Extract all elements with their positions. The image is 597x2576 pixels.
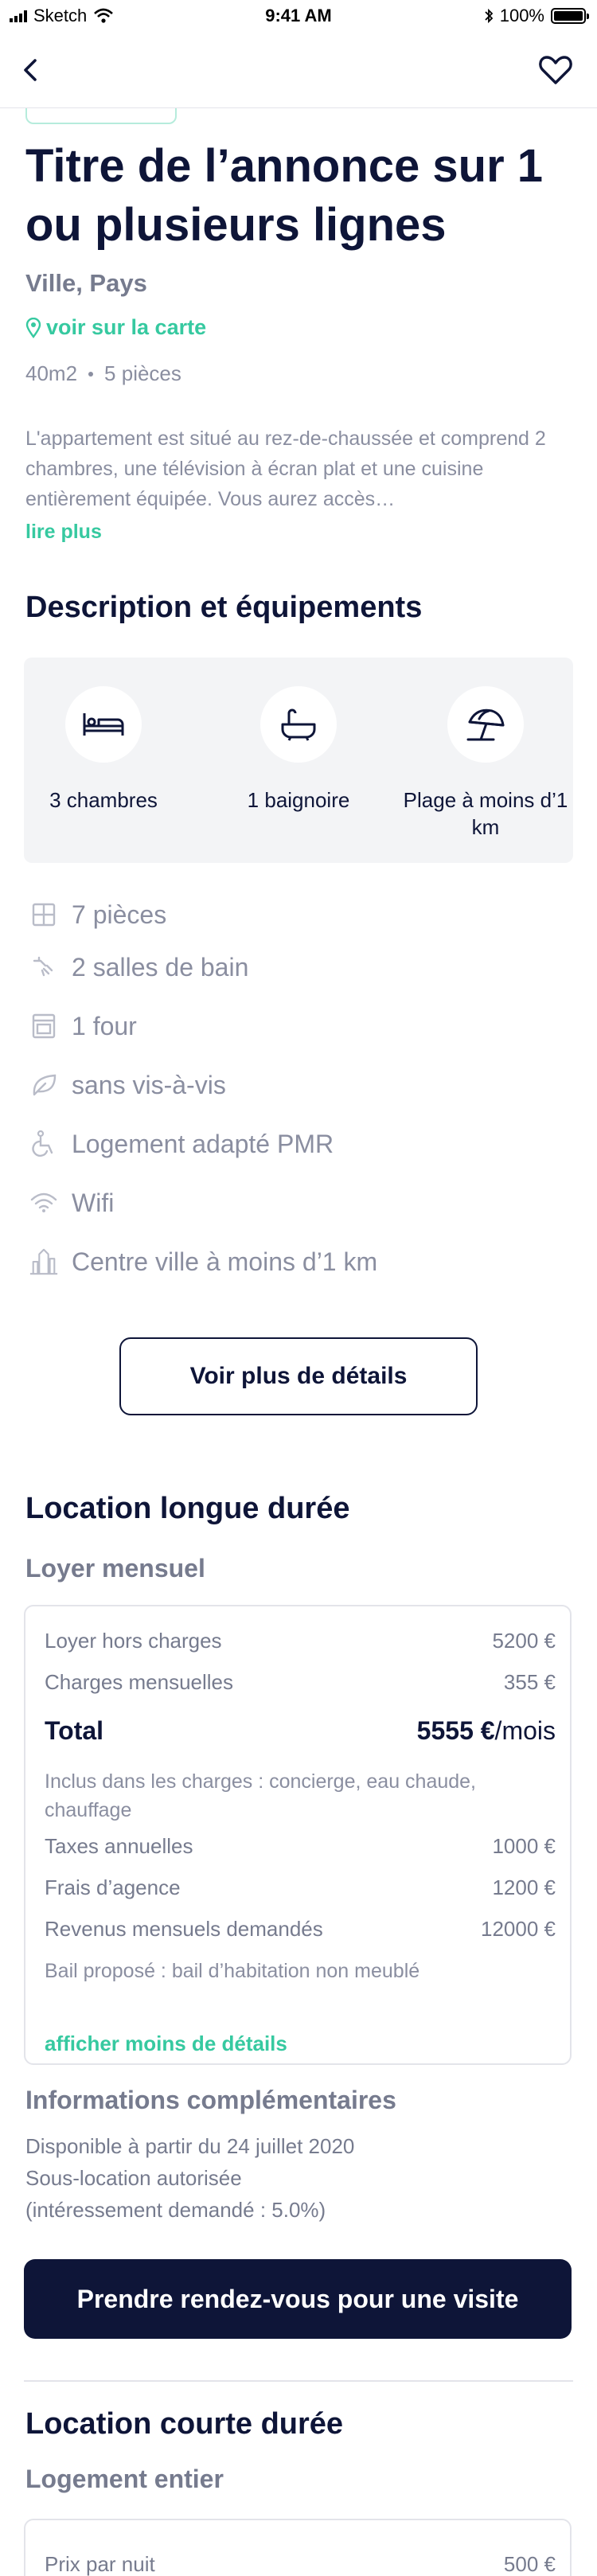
amenity-label: Wifi <box>72 1188 115 1217</box>
shower-icon <box>33 956 53 977</box>
location-pin-icon <box>25 317 41 338</box>
row-label: Frais d’agence <box>45 1875 181 1899</box>
total-row: Total 5555 €/mois <box>45 1716 556 1746</box>
row-value: 5200 € <box>492 1629 556 1653</box>
separator-dot <box>88 371 94 377</box>
info-line: Sous-location autorisée <box>25 2166 242 2190</box>
beach-umbrella-icon <box>466 708 505 741</box>
highlight-label: Plage à moins d’1 km <box>403 788 568 839</box>
battery-icon <box>551 8 589 24</box>
taxes-row: Taxes annuelles 1000 € <box>45 1834 556 1859</box>
row-value: 12000 € <box>481 1917 556 1941</box>
amenity-label: Logement adapté PMR <box>72 1129 334 1158</box>
row-value: 355 € <box>503 1670 556 1694</box>
book-visit-button[interactable]: Prendre rendez-vous pour une visite <box>24 2259 572 2339</box>
charges-row: Charges mensuelles 355 € <box>45 1670 556 1695</box>
listing-title: Titre de l’annonce sur 1 ou plusieurs li… <box>25 140 544 251</box>
battery-percent: 100% <box>499 6 544 25</box>
total-value: 5555 € <box>416 1716 495 1745</box>
listing-meta: 40m2 5 pièces <box>25 361 181 386</box>
income-row: Revenus mensuels demandés 12000 € <box>45 1917 556 1942</box>
agency-fees-row: Frais d’agence 1200 € <box>45 1875 556 1900</box>
bathtub-icon <box>281 708 316 741</box>
amenity-item: 2 salles de bain <box>29 952 248 982</box>
equipment-heading: Description et équipements <box>25 591 423 624</box>
wheelchair-icon <box>32 1130 53 1157</box>
oven-icon <box>32 1013 56 1039</box>
short-term-heading: Location courte durée <box>25 2407 344 2441</box>
lease-note: Bail proposé : bail d’habitation non meu… <box>45 1960 420 1982</box>
short-term-price-card: Prix par nuit 500 € <box>24 2519 572 2576</box>
amenity-label: 7 pièces <box>72 900 167 929</box>
leaf-icon <box>33 1074 57 1096</box>
amenity-item: Logement adapté PMR <box>29 1129 334 1159</box>
highlight-bedrooms: 3 chambres <box>24 686 183 814</box>
amenity-item: Centre ville à moins d’1 km <box>29 1247 377 1277</box>
rooms-icon <box>32 903 56 927</box>
additional-info: Disponible à partir du 24 juillet 2020 S… <box>25 2130 354 2226</box>
wifi-icon <box>30 1192 57 1212</box>
listing-city: Ville, Pays <box>25 269 147 297</box>
entire-home-heading: Logement entier <box>25 2465 224 2493</box>
amenity-item: 7 pièces <box>29 900 166 930</box>
included-note: Inclus dans les charges : concierge, eau… <box>45 1770 477 1821</box>
highlights-card: 3 chambres 1 baignoire Plage à moins d’1… <box>24 658 573 863</box>
surface-value: 40m2 <box>25 361 78 385</box>
highlight-bathtub: 1 baignoire <box>219 686 378 814</box>
row-label: Taxes annuelles <box>45 1834 193 1858</box>
amenity-item: 1 four <box>29 1011 137 1041</box>
rent-row: Loyer hors charges 5200 € <box>45 1629 556 1653</box>
amenity-item: Wifi <box>29 1188 114 1218</box>
bed-icon <box>83 713 124 736</box>
read-more-link[interactable]: lire plus <box>25 521 102 544</box>
total-label: Total <box>45 1716 104 1745</box>
row-value: 500 € <box>503 2552 556 2576</box>
highlight-label: 1 baignoire <box>247 788 350 812</box>
highlight-label: 3 chambres <box>49 788 158 812</box>
row-label: Prix par nuit <box>45 2552 155 2576</box>
amenity-item: sans vis-à-vis <box>29 1070 226 1100</box>
info-line: (intéressement demandé : 5.0%) <box>25 2198 326 2222</box>
map-link-label: voir sur la carte <box>46 315 207 339</box>
row-label: Revenus mensuels demandés <box>45 1917 323 1941</box>
row-value: 1200 € <box>492 1875 556 1899</box>
monthly-rent-heading: Loyer mensuel <box>25 1554 205 1583</box>
listing-description: L'appartement est situé au rez-de-chauss… <box>25 427 546 510</box>
more-details-button[interactable]: Voir plus de détails <box>119 1337 478 1415</box>
additional-info-heading: Informations complémentaires <box>25 2086 396 2114</box>
amenity-label: Centre ville à moins d’1 km <box>72 1247 378 1276</box>
row-label: Charges mensuelles <box>45 1670 234 1694</box>
amenity-label: 1 four <box>72 1011 137 1040</box>
highlight-beach: Plage à moins d’1 km <box>398 686 573 841</box>
map-link[interactable]: voir sur la carte <box>25 315 206 340</box>
long-term-heading: Location longue durée <box>25 1492 350 1525</box>
row-label: Loyer hors charges <box>45 1629 222 1653</box>
favorite-heart-icon[interactable] <box>537 51 575 89</box>
status-bar: Sketch 9:41 AM 100% <box>0 0 597 32</box>
night-price-row: Prix par nuit 500 € <box>45 2552 556 2576</box>
section-divider <box>24 2380 573 2382</box>
bluetooth-icon <box>485 8 493 24</box>
navigation-bar <box>0 32 597 108</box>
amenity-label: sans vis-à-vis <box>72 1070 226 1099</box>
city-icon <box>29 1248 58 1275</box>
less-details-link[interactable]: afficher moins de détails <box>45 2032 287 2056</box>
rent-breakdown-card: Loyer hors charges 5200 € Charges mensuel… <box>24 1605 572 2065</box>
amenity-label: 2 salles de bain <box>72 952 249 982</box>
back-arrow-icon[interactable] <box>14 53 49 88</box>
rooms-value: 5 pièces <box>104 361 181 385</box>
info-line: Disponible à partir du 24 juillet 2020 <box>25 2134 355 2158</box>
total-unit: /mois <box>494 1716 556 1745</box>
row-value: 1000 € <box>492 1834 556 1858</box>
